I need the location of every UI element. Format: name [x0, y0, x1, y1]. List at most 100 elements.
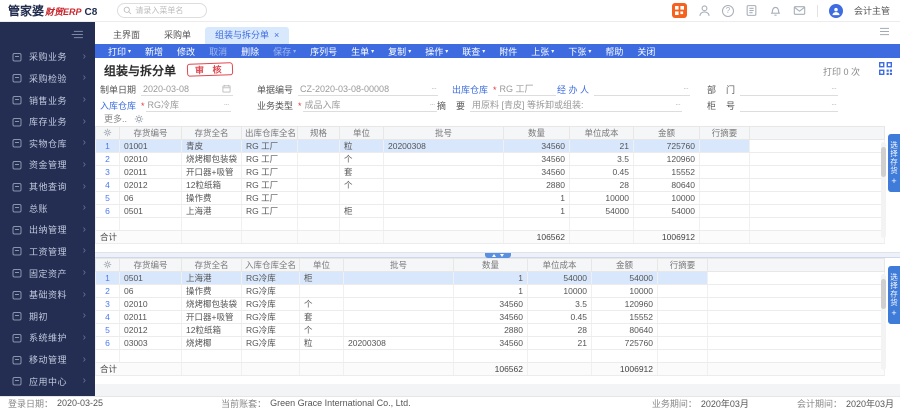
cell-code[interactable]: 06: [119, 191, 182, 205]
picker-ellipsis-icon[interactable]: ···: [831, 100, 837, 109]
toolbar-generate-button[interactable]: 生单 ▾: [344, 45, 381, 58]
cell-batch[interactable]: [383, 191, 504, 205]
cell-amount[interactable]: 120960: [591, 297, 658, 311]
cell-iname[interactable]: 烧烤椰: [181, 336, 242, 350]
cell-wh[interactable]: RG冷库: [241, 323, 300, 337]
cell-qty[interactable]: 34560: [453, 310, 528, 324]
cell-code[interactable]: [119, 349, 182, 363]
cell-wh[interactable]: RG 工厂: [241, 191, 298, 205]
cell-code[interactable]: 02012: [119, 178, 182, 192]
biz-type-input[interactable]: 成品入库 ···: [302, 99, 437, 112]
cell-iname[interactable]: 青皮: [181, 139, 242, 153]
table-row[interactable]: 5 02012 12粒纸箱 RG冷库个 2880 28 80640: [95, 323, 885, 337]
cell-code[interactable]: [119, 217, 182, 231]
table-row[interactable]: 4 02012 12粒纸箱 RG 工厂 个 2880 28 80640: [95, 178, 885, 192]
cell-batch[interactable]: [383, 178, 504, 192]
cell-spec[interactable]: [297, 191, 340, 205]
sidebar-item-payroll[interactable]: 工资管理 ›: [0, 241, 95, 263]
mail-icon[interactable]: [793, 4, 806, 17]
cell-code[interactable]: 02011: [119, 310, 182, 324]
toolbar-next-button[interactable]: 下张 ▾: [561, 45, 598, 58]
cell-code[interactable]: 02010: [119, 152, 182, 166]
cell-memo[interactable]: [657, 336, 708, 350]
empty-row[interactable]: [95, 217, 885, 231]
cell-iname[interactable]: [181, 217, 242, 231]
cell-qty[interactable]: 1: [453, 271, 528, 285]
cell-iname[interactable]: 12粒纸箱: [181, 323, 242, 337]
cell-code[interactable]: 01001: [119, 139, 182, 153]
cell-cost[interactable]: 0.45: [527, 310, 592, 324]
cell-memo[interactable]: [699, 217, 750, 231]
cell-memo[interactable]: [657, 271, 708, 285]
cell-memo[interactable]: [657, 323, 708, 337]
field-label-link[interactable]: 入库仓库: [100, 100, 136, 112]
cell-batch[interactable]: [343, 284, 454, 298]
doc-no-input[interactable]: CZ-2020-03-08-00008 ···: [298, 83, 439, 96]
cell-unit[interactable]: 套: [299, 310, 344, 324]
cell-wh[interactable]: RG冷库: [241, 284, 300, 298]
toolbar-linked-query-button[interactable]: 联查 ▾: [455, 45, 492, 58]
cell-wh[interactable]: [241, 217, 298, 231]
cell-qty[interactable]: 1: [503, 191, 570, 205]
cell-amount[interactable]: 15552: [633, 165, 700, 179]
cell-cost[interactable]: 54000: [527, 271, 592, 285]
cell-iname[interactable]: 开口器+吸管: [181, 310, 242, 324]
cell-batch[interactable]: [343, 323, 454, 337]
toolbar-delete-button[interactable]: 删除: [234, 45, 266, 58]
cell-iname[interactable]: 上海港: [181, 204, 242, 218]
search-input[interactable]: [135, 6, 200, 15]
cell-amount[interactable]: 80640: [633, 178, 700, 192]
sidebar-item-general-ledger[interactable]: 总账 ›: [0, 197, 95, 219]
cell-memo[interactable]: [699, 204, 750, 218]
doc-qr-icon[interactable]: [879, 62, 892, 75]
cell-amount[interactable]: [633, 217, 700, 231]
cell-code[interactable]: 03003: [119, 336, 182, 350]
table-row[interactable]: 3 02010 烧烤椰包装袋 RG冷库个 34560 3.5 120960: [95, 297, 885, 311]
cell-memo[interactable]: [699, 165, 750, 179]
toolbar-close-button[interactable]: 关闭: [630, 45, 662, 58]
cell-unit[interactable]: [299, 349, 344, 363]
cell-iname[interactable]: 12粒纸箱: [181, 178, 242, 192]
cell-code[interactable]: 02011: [119, 165, 182, 179]
picker-ellipsis-icon[interactable]: ···: [683, 84, 689, 93]
cell-iname[interactable]: 上海港: [181, 271, 242, 285]
cell-amount[interactable]: [591, 349, 658, 363]
cell-cost[interactable]: 10000: [527, 284, 592, 298]
cell-wh[interactable]: RG 工厂: [241, 178, 298, 192]
cell-wh[interactable]: RG 工厂: [241, 139, 298, 153]
cell-cost[interactable]: 3.5: [527, 297, 592, 311]
cell-unit[interactable]: [299, 284, 344, 298]
inventory-picker-tab-upper[interactable]: 选择存货 +: [888, 134, 900, 192]
picker-ellipsis-icon[interactable]: ···: [224, 100, 230, 109]
cell-batch[interactable]: 20200308: [383, 139, 504, 153]
cell-wh[interactable]: RG冷库: [241, 336, 300, 350]
toolbar-print-button[interactable]: 打印 ▾: [101, 45, 138, 58]
sidebar-item-app-center[interactable]: 应用中心 ›: [0, 370, 95, 392]
sidebar-item-system-maintenance[interactable]: 系统维护 ›: [0, 327, 95, 349]
cell-qty[interactable]: 2880: [453, 323, 528, 337]
cell-wh[interactable]: RG 工厂: [241, 165, 298, 179]
sidebar-item-purchase[interactable]: 采购业务 ›: [0, 46, 95, 68]
cell-code[interactable]: 02012: [119, 323, 182, 337]
cell-iname[interactable]: 操作费: [181, 284, 242, 298]
toolbar-action-button[interactable]: 操作 ▾: [418, 45, 455, 58]
cell-memo[interactable]: [657, 297, 708, 311]
table-row[interactable]: 2 06 操作费 RG冷库 1 10000 10000: [95, 284, 885, 298]
cell-spec[interactable]: [297, 165, 340, 179]
cell-unit[interactable]: [339, 217, 384, 231]
picker-ellipsis-icon[interactable]: ···: [430, 100, 436, 109]
table-row[interactable]: 1 01001 青皮 RG 工厂 粒 20200308 34560 21 725760: [95, 139, 885, 153]
cell-memo[interactable]: [657, 310, 708, 324]
cell-amount[interactable]: 54000: [633, 204, 700, 218]
cell-unit[interactable]: 粒: [339, 139, 384, 153]
upper-grid-scrollbar[interactable]: [881, 142, 886, 238]
cell-qty[interactable]: 34560: [453, 336, 528, 350]
cell-amount[interactable]: 10000: [633, 191, 700, 205]
cell-cost[interactable]: 54000: [569, 204, 634, 218]
cell-batch[interactable]: [383, 152, 504, 166]
cabinet-no-input[interactable]: ···: [740, 99, 839, 112]
column-settings-gear-icon[interactable]: [95, 126, 120, 140]
toolbar-help-button[interactable]: 帮助: [598, 45, 630, 58]
cell-unit[interactable]: 粒: [299, 336, 344, 350]
sidebar-collapse-icon[interactable]: [0, 22, 95, 46]
